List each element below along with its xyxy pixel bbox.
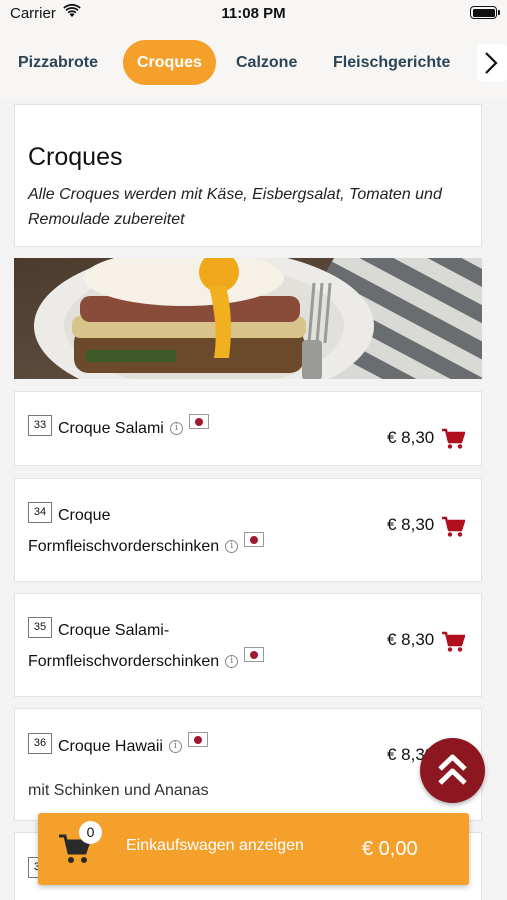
cart-count-badge: 0 <box>79 821 102 844</box>
cart-icon[interactable] <box>441 631 466 658</box>
info-icon[interactable]: i <box>169 422 183 436</box>
item-name: Croque <box>58 507 111 524</box>
status-bar: Carrier 11:08 PM <box>0 0 507 26</box>
flag-icon <box>188 414 209 429</box>
item-name: Croque Hawaii <box>58 738 163 755</box>
item-name-continued: Formfleischvorderschinken <box>28 538 220 555</box>
menu-item[interactable]: 34 Croque Formfleischvorderschinken i € 8,… <box>14 478 482 582</box>
item-price: € 8,30 <box>387 630 435 649</box>
item-name: Croque Salami- <box>58 622 170 639</box>
item-price: € 8,30 <box>387 428 435 447</box>
tab-pizzabrote[interactable]: Pizzabrote <box>18 40 98 85</box>
item-number-badge: 36 <box>28 733 52 754</box>
chevron-right-icon[interactable] <box>477 44 507 82</box>
item-price: € 8,30 <box>387 515 435 534</box>
item-number-badge: 33 <box>28 415 52 436</box>
tab-calzone[interactable]: Calzone <box>236 40 297 85</box>
flag-icon <box>244 532 265 547</box>
section-header-card: Croques Alle Croques werden mit Käse, Ei… <box>14 104 482 247</box>
cart-total: € 0,00 <box>362 838 418 860</box>
category-tabs: Pizzabrote Croques Calzone Fleischgerich… <box>0 26 507 99</box>
item-name: Croque Salami <box>58 420 164 437</box>
section-description: Alle Croques werden mit Käse, Eisbergsal… <box>28 186 442 228</box>
croque-hero-image <box>14 258 482 379</box>
tab-croques[interactable]: Croques <box>123 40 216 85</box>
battery-icon <box>470 6 500 19</box>
item-number-badge: 35 <box>28 617 52 638</box>
double-chevron-up-icon <box>438 754 467 785</box>
info-icon[interactable]: i <box>168 740 182 754</box>
menu-item[interactable]: 35 Croque Salami- Formfleischvorderschink… <box>14 593 482 697</box>
cart-icon[interactable] <box>441 428 466 455</box>
section-title: Croques <box>28 143 123 171</box>
status-time: 11:08 PM <box>221 5 286 22</box>
info-icon[interactable]: i <box>225 540 239 554</box>
menu-item[interactable]: 36 Croque Hawaii i € 8,30 mit Schinken und… <box>14 708 482 821</box>
flag-icon <box>187 732 208 747</box>
view-cart-button[interactable]: 0 Einkaufswagen anzeigen € 0,00 <box>38 813 469 885</box>
scroll-to-top-button[interactable] <box>420 738 485 803</box>
item-description: mit Schinken und Ananas <box>28 782 209 799</box>
flag-icon <box>244 647 265 662</box>
menu-item[interactable]: 33 Croque Salami i € 8,30 <box>14 391 482 466</box>
info-icon[interactable]: i <box>225 655 239 669</box>
tab-fleischgerichte[interactable]: Fleischgerichte <box>333 40 450 85</box>
cart-label: Einkaufswagen anzeigen <box>126 837 304 854</box>
cart-icon[interactable] <box>441 516 466 543</box>
item-name-continued: Formfleischvorderschinken <box>28 653 220 670</box>
item-number-badge: 34 <box>28 502 52 523</box>
